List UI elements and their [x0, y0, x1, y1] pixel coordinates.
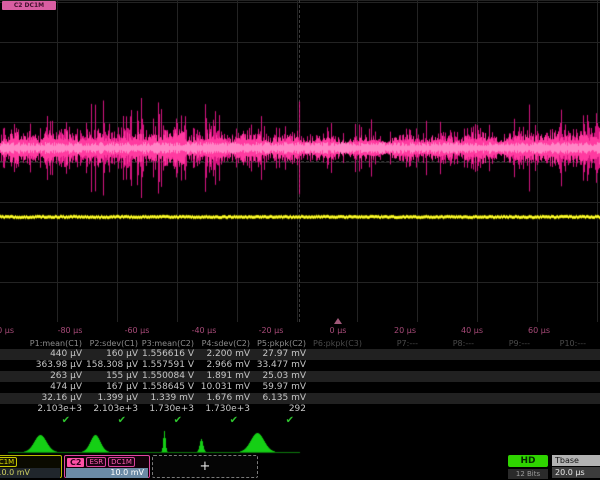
param-header-unused[interactable]: P7:--- [362, 338, 418, 349]
time-axis-label: -80 µs [58, 326, 83, 335]
measure-table-row: 474 µV167 µV1.558645 V10.031 mV59.97 mV [0, 382, 600, 393]
trigger-position-marker[interactable] [334, 318, 342, 324]
measurement-value: 1.557591 V [138, 360, 194, 371]
measure-table-row: 363.98 µV158.308 µV1.557591 V2.966 mV33.… [0, 360, 600, 371]
measurement-value: 27.97 mV [250, 349, 306, 360]
param-header[interactable]: P1:mean(C1) [26, 338, 82, 349]
add-trace-button[interactable]: + [152, 455, 258, 478]
time-axis-label: 0 µs [330, 326, 347, 335]
time-axis-label: 00 µs [0, 326, 14, 335]
time-axis-label: 40 µs [461, 326, 483, 335]
timebase-descriptor[interactable]: Tbase 20.0 µs [552, 455, 600, 478]
c1-coupling-badge: DC1M [0, 457, 17, 467]
time-axis-label: -20 µs [259, 326, 284, 335]
c2-esr-badge: ESR [86, 457, 106, 467]
measurement-value: 1.339 mV [138, 393, 194, 404]
histicons-canvas [0, 428, 600, 454]
measurement-value: 474 µV [26, 382, 82, 393]
measurement-value: 1.730e+3 [138, 404, 194, 415]
c2-trace-label-badge[interactable]: C2 DC1M [2, 1, 56, 10]
measurement-value: 263 µV [26, 371, 82, 382]
c2-channel-badge: C2 [67, 458, 84, 467]
measurement-value: 25.03 mV [250, 371, 306, 382]
time-axis-label: -60 µs [125, 326, 150, 335]
hd-bits-label: 12 Bits [508, 469, 548, 479]
descriptor-bar: C1 DC1M 10.0 mV C2 ESR DC1M 10.0 mV + HD… [0, 454, 600, 480]
status-check-icon: ✔ [70, 415, 126, 426]
param-header[interactable]: P5:pkpk(C2) [250, 338, 306, 349]
measure-table-row: 440 µV160 µV1.556616 V2.200 mV27.97 mV [0, 349, 600, 360]
measurement-value: 292 [250, 404, 306, 415]
measure-table-header-row: P1:mean(C1)P2:sdev(C1)P3:mean(C2)P4:sdev… [0, 338, 600, 349]
c2-scale-value: 10.0 mV [66, 468, 148, 478]
measurement-value: 2.103e+3 [82, 404, 138, 415]
measurement-value: 1.550084 V [138, 371, 194, 382]
measurement-value: 1.399 µV [82, 393, 138, 404]
time-axis-label: 20 µs [394, 326, 416, 335]
hd-mode-badge[interactable]: HD [508, 455, 548, 467]
time-axis-label: -40 µs [192, 326, 217, 335]
measurement-value: 158.308 µV [82, 360, 138, 371]
param-header-unused[interactable]: P10:--- [530, 338, 586, 349]
channel-c2-descriptor[interactable]: C2 ESR DC1M 10.0 mV [64, 455, 150, 478]
param-header[interactable]: P3:mean(C2) [138, 338, 194, 349]
measurement-value: 59.97 mV [250, 382, 306, 393]
time-axis-label: 60 µs [528, 326, 550, 335]
measurement-value: 440 µV [26, 349, 82, 360]
measurement-value: 10.031 mV [194, 382, 250, 393]
measurement-value: 1.891 mV [194, 371, 250, 382]
measurement-value: 1.676 mV [194, 393, 250, 404]
measure-table-row: 2.103e+32.103e+31.730e+31.730e+3292 [0, 404, 600, 415]
measurement-table: P1:mean(C1)P2:sdev(C1)P3:mean(C2)P4:sdev… [0, 338, 600, 428]
channel-c1-descriptor[interactable]: C1 DC1M 10.0 mV [0, 455, 62, 478]
status-check-icon: ✔ [14, 415, 70, 426]
time-axis: 00 µs -80 µs -60 µs -40 µs -20 µs 0 µs 20 µs 40… [0, 322, 600, 338]
oscilloscope-screen: C2 DC1M 00 µs -80 µs -60 µs -40 µs -20 µs 0 µ… [0, 0, 600, 480]
waveform-grid: C2 DC1M [0, 0, 600, 323]
measurement-value: 167 µV [82, 382, 138, 393]
c2-coupling-badge: DC1M [108, 457, 135, 467]
measurement-value: 2.966 mV [194, 360, 250, 371]
measurement-value: 1.730e+3 [194, 404, 250, 415]
c1-scale-value: 10.0 mV [0, 468, 60, 478]
measurement-value: 1.558645 V [138, 382, 194, 393]
measurement-value: 6.135 mV [250, 393, 306, 404]
status-check-icon: ✔ [238, 415, 294, 426]
param-header-unused[interactable]: P6:pkpk(C3) [306, 338, 362, 349]
param-header-unused[interactable]: P8:--- [418, 338, 474, 349]
measurement-value: 160 µV [82, 349, 138, 360]
timebase-title: Tbase [552, 455, 600, 466]
measurement-value: 1.556616 V [138, 349, 194, 360]
measurement-value: 32.16 µV [26, 393, 82, 404]
measure-status-row: ✔✔✔✔✔ [0, 415, 600, 427]
param-header-unused[interactable]: P9:--- [474, 338, 530, 349]
measurement-value: 155 µV [82, 371, 138, 382]
status-check-icon: ✔ [126, 415, 182, 426]
waveform-canvas [0, 0, 600, 322]
measure-table-row: 32.16 µV1.399 µV1.339 mV1.676 mV6.135 mV [0, 393, 600, 404]
measurement-value: 2.103e+3 [26, 404, 82, 415]
measurement-value: 33.477 mV [250, 360, 306, 371]
param-header[interactable]: P2:sdev(C1) [82, 338, 138, 349]
timebase-value: 20.0 µs [552, 467, 600, 478]
measurement-value: 2.200 mV [194, 349, 250, 360]
status-check-icon: ✔ [182, 415, 238, 426]
measurement-value: 363.98 µV [26, 360, 82, 371]
measure-table-row: 263 µV155 µV1.550084 V1.891 mV25.03 mV [0, 371, 600, 382]
param-header[interactable]: P4:sdev(C2) [194, 338, 250, 349]
